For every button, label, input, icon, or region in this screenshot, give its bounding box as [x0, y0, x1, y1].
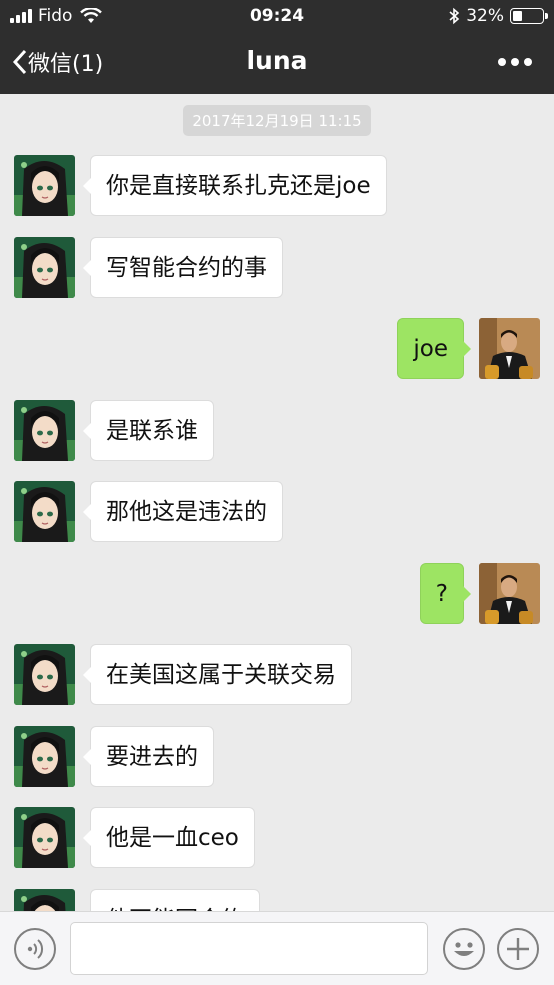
- nav-bar: 微信(1) luna: [0, 32, 554, 94]
- incoming-message: 是联系谁: [0, 400, 554, 462]
- status-right: 32%: [448, 6, 548, 26]
- contact-avatar[interactable]: [14, 481, 75, 542]
- message-bubble[interactable]: 写智能合约的事: [83, 237, 283, 298]
- message-bubble[interactable]: ?: [419, 563, 472, 624]
- input-bar: [0, 911, 554, 985]
- more-dots-icon[interactable]: [498, 58, 532, 66]
- my-avatar[interactable]: [479, 563, 540, 624]
- plus-icon[interactable]: [497, 928, 539, 970]
- incoming-message: 在美国这属于关联交易: [0, 644, 554, 706]
- incoming-message: 要进去的: [0, 726, 554, 788]
- chat-title: luna: [246, 46, 308, 75]
- battery-icon: [510, 8, 548, 24]
- status-bar: Fido 09:24 32%: [0, 0, 554, 32]
- contact-avatar[interactable]: [14, 400, 75, 461]
- top-bar: Fido 09:24 32% 微信(1) luna: [0, 0, 554, 94]
- message-bubble[interactable]: joe: [397, 318, 471, 379]
- message-bubble[interactable]: 他是一血ceo: [83, 807, 255, 868]
- contact-avatar[interactable]: [14, 726, 75, 787]
- outgoing-message: joe: [0, 318, 554, 380]
- message-bubble[interactable]: 是联系谁: [83, 400, 214, 461]
- timestamp-label: 2017年12月19日 11:15: [183, 105, 371, 136]
- contact-avatar[interactable]: [14, 807, 75, 868]
- message-bubble[interactable]: 你是直接联系扎克还是joe: [83, 155, 387, 216]
- contact-avatar[interactable]: [14, 155, 75, 216]
- message-bubble[interactable]: 要进去的: [83, 726, 214, 787]
- incoming-message: 你是直接联系扎克还是joe: [0, 155, 554, 217]
- battery-fill: [513, 11, 522, 21]
- battery-percent: 32%: [466, 6, 504, 26]
- message-bubble[interactable]: 那他这是违法的: [83, 481, 283, 542]
- timestamp: 2017年12月19日 11:15: [0, 105, 554, 136]
- chat-area[interactable]: 2017年12月19日 11:15 你是直接联系扎克还是joe 写智能合约的事 jo…: [0, 94, 554, 911]
- contact-avatar[interactable]: [14, 889, 75, 911]
- incoming-message: 他不能写合约: [0, 889, 554, 911]
- bluetooth-icon: [449, 7, 460, 25]
- my-avatar[interactable]: [479, 318, 540, 379]
- outgoing-message: ?: [0, 563, 554, 625]
- incoming-message: 写智能合约的事: [0, 237, 554, 299]
- contact-avatar[interactable]: [14, 237, 75, 298]
- message-bubble[interactable]: 在美国这属于关联交易: [83, 644, 352, 705]
- incoming-message: 他是一血ceo: [0, 807, 554, 869]
- emoji-icon[interactable]: [443, 928, 485, 970]
- contact-avatar[interactable]: [14, 644, 75, 705]
- incoming-message: 那他这是违法的: [0, 481, 554, 543]
- voice-icon[interactable]: [14, 928, 56, 970]
- message-bubble[interactable]: 他不能写合约: [90, 889, 260, 911]
- message-input[interactable]: [70, 922, 428, 975]
